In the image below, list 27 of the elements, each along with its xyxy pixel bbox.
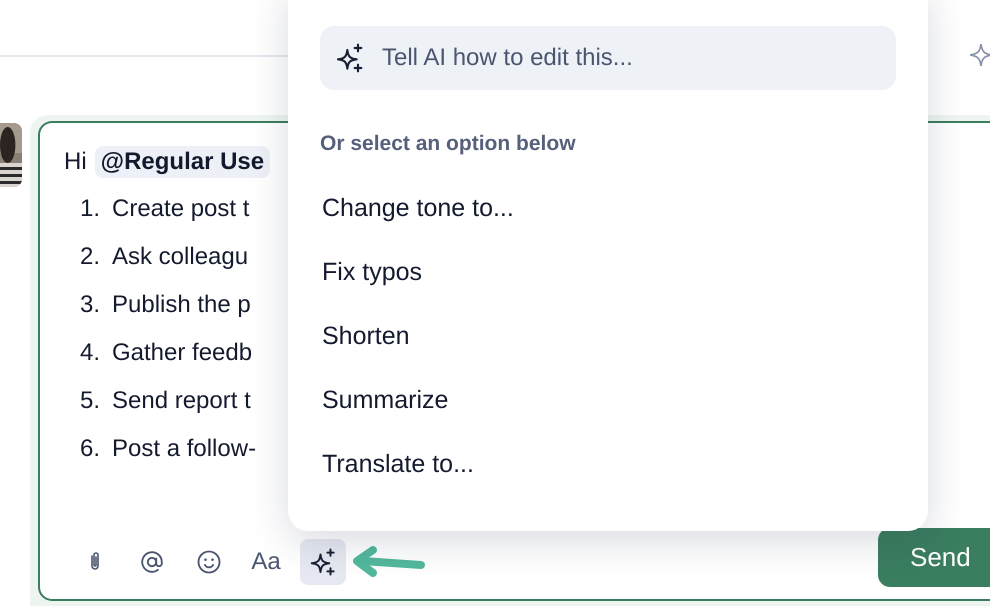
menu-item[interactable]: Summarize <box>320 368 896 432</box>
list-number: 3. <box>78 291 101 319</box>
ai-prompt-field[interactable]: Tell AI how to edit this... <box>320 26 896 90</box>
list-item-text: Create post t <box>112 195 250 223</box>
list-number: 4. <box>78 339 101 367</box>
list-number: 5. <box>78 387 101 415</box>
sparkle-icon[interactable] <box>968 42 990 68</box>
menu-item[interactable]: Change tone to... <box>320 176 896 240</box>
arrow-icon <box>351 545 427 579</box>
list-item-text: Post a follow- <box>112 435 256 463</box>
list-item-text: Publish the p <box>112 291 251 319</box>
list-number: 6. <box>78 435 101 463</box>
ai-button[interactable] <box>300 539 346 585</box>
menu-item[interactable]: Shorten <box>320 304 896 368</box>
list-item-text: Send report t <box>112 387 251 415</box>
smiley-icon <box>195 548 223 576</box>
menu-item[interactable]: Translate to... <box>320 432 896 496</box>
send-button[interactable]: Send <box>878 528 990 587</box>
mention-chip[interactable]: @Regular Use <box>94 146 270 178</box>
list-item-text: Gather feedb <box>112 339 252 367</box>
list-number: 1. <box>78 195 101 223</box>
list-item-text: Ask colleagu <box>112 243 248 271</box>
list-number: 2. <box>78 243 101 271</box>
format-button[interactable]: Aa <box>243 539 289 585</box>
menu-item[interactable]: Fix typos <box>320 240 896 304</box>
greeting-text: Hi <box>64 148 87 176</box>
section-label: Or select an option below <box>320 132 577 156</box>
